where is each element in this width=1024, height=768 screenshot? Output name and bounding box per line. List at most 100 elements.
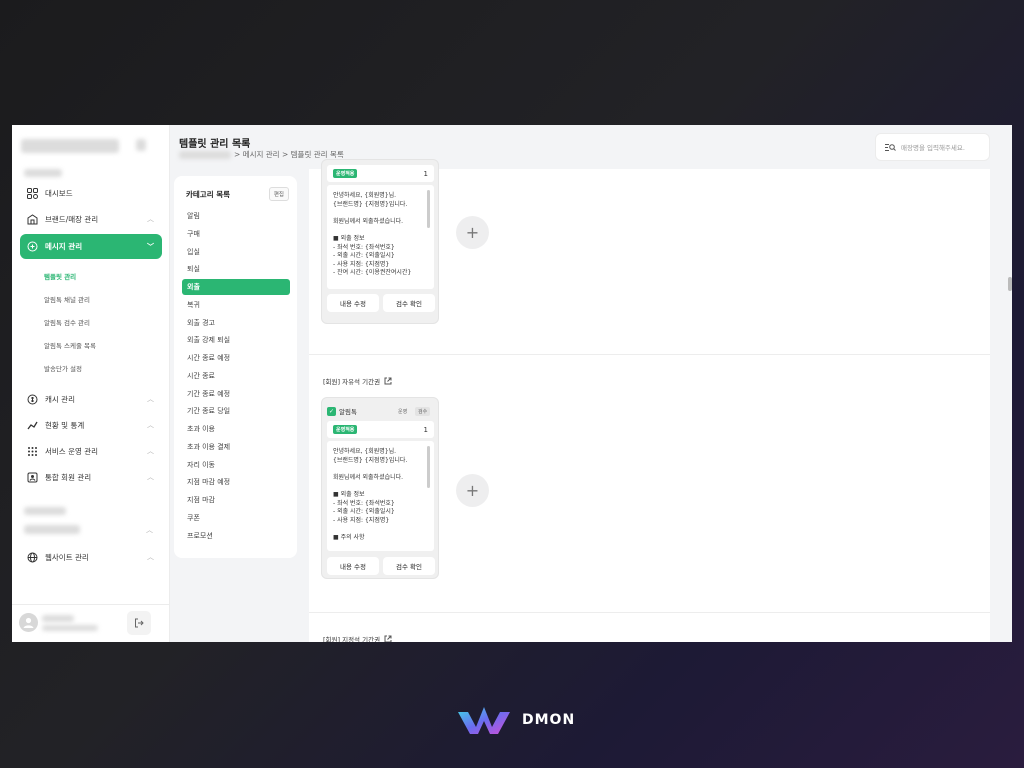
avatar[interactable] (19, 613, 38, 632)
chevron-up-icon: ︿ (147, 447, 154, 455)
message-icon (26, 241, 38, 253)
category-title: 카테고리 목록 (186, 190, 231, 199)
edit-content-button[interactable]: 내용 수정 (327, 294, 379, 312)
category-item[interactable]: 외출 (182, 279, 290, 295)
nav-label: 대시보드 (45, 188, 73, 198)
category-item[interactable]: 외출 경고 (182, 315, 290, 331)
breadcrumb-sep: > (281, 150, 289, 159)
user-name-blurred (42, 615, 74, 622)
status-count: 1 (423, 425, 428, 434)
status-row: 운영적용 1 (327, 421, 434, 438)
page-scrollbar[interactable] (1008, 277, 1012, 291)
section-label-blurred (24, 507, 66, 515)
channel-row: ✓ 알림톡 운영 검수 (327, 403, 434, 419)
section-divider (309, 354, 990, 355)
brand-name: DMON (522, 712, 576, 728)
chevron-up-icon: ︿ (147, 553, 154, 561)
checkbox-checked-icon[interactable]: ✓ (327, 406, 336, 416)
category-item[interactable]: 시간 종료 예정 (182, 350, 290, 366)
nav-label: 브랜드/매장 관리 (45, 214, 99, 224)
nav-label: 현황 및 통계 (45, 420, 85, 430)
category-item[interactable]: 프로모션 (182, 528, 290, 544)
review-check-button[interactable]: 검수 확인 (383, 294, 435, 312)
store-icon (26, 213, 38, 225)
category-item[interactable]: 자리 이동 (182, 457, 290, 473)
breadcrumb-sep: > (234, 150, 241, 159)
nav-label: 메시지 관리 (45, 242, 83, 251)
nav-website[interactable]: 웹사이트 관리 ︿ (20, 546, 162, 568)
status-row: 운영적용 1 (327, 165, 434, 182)
category-item[interactable]: 퇴실 (182, 261, 290, 277)
status-badge: 운영적용 (333, 425, 358, 434)
nav-label: 서비스 운영 관리 (45, 446, 99, 456)
message-preview: 안녕하세요, {회원명}님. {브랜드명} {지점명}입니다. 회원님께서 외출… (327, 441, 434, 551)
sub-item-review[interactable]: 알림톡 검수 관리 (44, 317, 90, 327)
chevron-up-icon: ︿ (147, 215, 154, 223)
nav-cash[interactable]: 캐시 관리 ︿ (20, 388, 162, 410)
sub-item-template[interactable]: 템플릿 관리 (44, 271, 76, 281)
sub-item-price[interactable]: 발송단가 설정 (44, 363, 82, 373)
user-icon (23, 617, 34, 628)
scrollbar[interactable] (427, 446, 430, 488)
category-item[interactable]: 지점 마감 (182, 492, 290, 508)
nav-service[interactable]: 서비스 운영 관리 ︿ (20, 440, 162, 462)
external-link-icon[interactable] (384, 635, 392, 642)
category-item[interactable]: 쿠폰 (182, 510, 290, 526)
category-item[interactable]: 입실 (182, 244, 290, 260)
nav-label: 통합 회원 관리 (45, 472, 92, 482)
search-icon (885, 143, 896, 151)
globe-icon (26, 551, 38, 563)
category-item[interactable]: 구매 (182, 226, 290, 242)
sub-item-schedule[interactable]: 알림톡 스케줄 목록 (44, 340, 96, 350)
category-item[interactable]: 지점 마감 예정 (182, 474, 290, 490)
chart-icon (26, 419, 38, 431)
nav-member[interactable]: 통합 회원 관리 ︿ (20, 466, 162, 488)
nav-stats[interactable]: 현황 및 통계 ︿ (20, 414, 162, 436)
channel-label: 알림톡 (339, 408, 357, 416)
category-item[interactable]: 외출 강제 퇴실 (182, 332, 290, 348)
tag-review[interactable]: 검수 (415, 407, 431, 416)
nav-brand-store[interactable]: 브랜드/매장 관리 ︿ (20, 208, 162, 230)
category-item[interactable]: 기간 종료 당일 (182, 403, 290, 419)
category-panel: 카테고리 목록 편집 알림구매입실 퇴실외출복귀외출 경고 외출 강제 퇴실시간 종… (174, 176, 297, 558)
dmon-logo-icon (458, 707, 510, 734)
sub-item-channel[interactable]: 알림톡 채널 관리 (44, 294, 90, 304)
category-item[interactable]: 초과 이용 (182, 421, 290, 437)
section-title: [회원] 지정석 기간권 (323, 634, 392, 642)
chevron-down-icon: ﹀ (147, 242, 154, 251)
category-edit-button[interactable]: 편집 (268, 187, 289, 201)
category-item[interactable]: 알림 (182, 208, 290, 224)
page-title: 템플릿 관리 목록 (179, 139, 251, 150)
status-count: 1 (423, 169, 428, 178)
brand-logo: DMON (458, 703, 575, 737)
logout-icon (135, 618, 144, 628)
section-title-text: [회원] 자유석 기간권 (323, 378, 381, 386)
nav-dashboard[interactable]: 대시보드 (20, 182, 162, 204)
nav-item-blurred[interactable] (24, 525, 80, 534)
category-item[interactable]: 시간 종료 (182, 368, 290, 384)
cash-icon (26, 393, 38, 405)
review-check-button[interactable]: 검수 확인 (383, 557, 435, 575)
chevron-up-icon: ︿ (147, 421, 154, 429)
nav-message[interactable]: 메시지 관리 ﹀ (20, 234, 162, 259)
breadcrumb-home-blurred[interactable] (179, 150, 231, 159)
tag-operate[interactable]: 운영 (395, 407, 410, 416)
search-input[interactable]: 매장명을 입력해주세요. (875, 133, 990, 161)
collapse-icon[interactable] (136, 139, 146, 151)
grid-icon (26, 445, 38, 457)
message-preview: 안녕하세요, {회원명}님. {브랜드명} {지점명}입니다. 회원님께서 외출… (327, 185, 434, 289)
chevron-up-icon: ︿ (146, 526, 153, 534)
template-card: ✓ 알림톡 운영 검수 운영적용 1 안녕하세요, {회원명}님. {브랜드명}… (321, 397, 439, 579)
breadcrumb-item[interactable]: 메시지 관리 (243, 149, 280, 160)
category-item[interactable]: 복귀 (182, 297, 290, 313)
category-item[interactable]: 초과 이용 결제 (182, 439, 290, 455)
category-item[interactable]: 기간 종료 예정 (182, 386, 290, 402)
chevron-up-icon: ︿ (147, 473, 154, 481)
scrollbar[interactable] (427, 190, 430, 228)
template-card: 운영적용 1 안녕하세요, {회원명}님. {브랜드명} {지점명}입니다. 회… (321, 159, 439, 324)
external-link-icon[interactable] (384, 377, 392, 385)
add-template-button[interactable]: + (456, 216, 489, 249)
logout-button[interactable] (127, 611, 151, 635)
edit-content-button[interactable]: 내용 수정 (327, 557, 379, 575)
add-template-button[interactable]: + (456, 474, 489, 507)
